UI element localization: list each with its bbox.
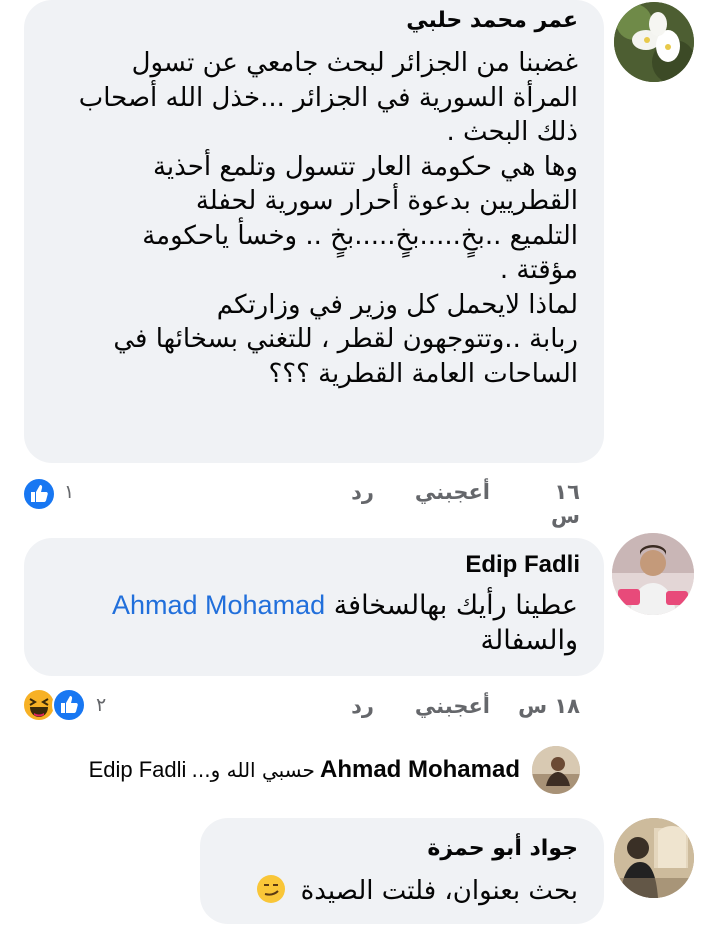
comment-text-part: عطينا رأيك بهالسخافة xyxy=(333,590,578,621)
comment-line: المرأة السورية في الجزائر ...خذل الله أص… xyxy=(78,82,578,113)
reaction-count: ٢ xyxy=(96,694,107,716)
comment-text: عطينا رأيك بهالسخافة Ahmad Mohamad والسف… xyxy=(40,588,578,658)
avatar[interactable] xyxy=(612,533,694,615)
comment-line: غضبنا من الجزائر لبحث جامعي عن تسول xyxy=(131,48,578,78)
reply-author: Ahmad Mohamad xyxy=(319,756,520,783)
like-button[interactable]: أعجبني xyxy=(410,694,490,718)
comment-line: القطريين بدعوة أحرار سورية لحفلة xyxy=(195,186,578,216)
reply-snippet: حسبي الله و... xyxy=(191,758,315,782)
comment-author[interactable]: جواد أبو حمزة xyxy=(300,836,578,861)
comment-line: وها هي حكومة العار تتسول وتلمع أحذية xyxy=(152,151,578,182)
mention-link[interactable]: Ahmad Mohamad xyxy=(112,590,325,620)
reactions[interactable]: ٢ xyxy=(22,688,122,724)
like-button[interactable]: أعجبني xyxy=(410,480,490,504)
smirk-emoji-icon xyxy=(257,875,286,903)
profile-photo-icon xyxy=(532,746,580,794)
haha-reaction-icon xyxy=(22,688,56,722)
comment-author[interactable]: Edip Fadli xyxy=(380,551,580,579)
reply-preview[interactable]: Edip Fadli حسبي الله و... Ahmad Mohamad xyxy=(30,756,520,790)
comment-timestamp[interactable]: ١٨ س xyxy=(516,694,580,718)
comment-timestamp[interactable]: ١٦ س xyxy=(520,480,580,528)
avatar[interactable] xyxy=(614,2,694,82)
comment-author[interactable]: عمر محمد حلبي xyxy=(300,8,578,33)
like-reaction-icon xyxy=(52,688,86,722)
comment-line: مؤقتة . xyxy=(499,255,578,285)
reply-button[interactable]: رد xyxy=(344,480,374,504)
like-reaction-icon xyxy=(22,477,56,511)
comment-line: الساحات العامة القطرية ؟؟؟ xyxy=(268,358,578,389)
flower-avatar-icon xyxy=(614,2,694,82)
comment-text: غضبنا من الجزائر لبحث جامعي عن تسول المر… xyxy=(40,46,578,391)
avatar[interactable] xyxy=(614,818,694,898)
comment-line: والسفالة xyxy=(480,624,578,656)
avatar[interactable] xyxy=(532,746,580,794)
comment-line: ذلك البحث . xyxy=(446,117,578,147)
comment-text: بحث بعنوان، فلتت الصيدة xyxy=(230,874,578,909)
comment-line: التلميع ..بخٍ.....بخٍ.....بخٍ .. وخسأ يا… xyxy=(142,220,578,251)
profile-photo-icon xyxy=(614,818,694,898)
reaction-count: ١ xyxy=(64,481,75,503)
comment-line: لماذا لايحمل كل وزير في وزارتكم xyxy=(216,289,578,320)
comment-line: بحث بعنوان، فلتت الصيدة xyxy=(300,876,578,906)
reply-button[interactable]: رد xyxy=(344,694,374,718)
reactions[interactable]: ١ xyxy=(22,477,82,511)
comment-line: عطينا رأيك بهالسخافة Ahmad Mohamad xyxy=(40,588,578,624)
profile-photo-icon xyxy=(612,533,694,615)
comment-line: ربابة ..وتتوجهون لقطر ، للتغني بسخائها ف… xyxy=(113,324,578,354)
reply-target: Edip Fadli xyxy=(88,757,187,782)
